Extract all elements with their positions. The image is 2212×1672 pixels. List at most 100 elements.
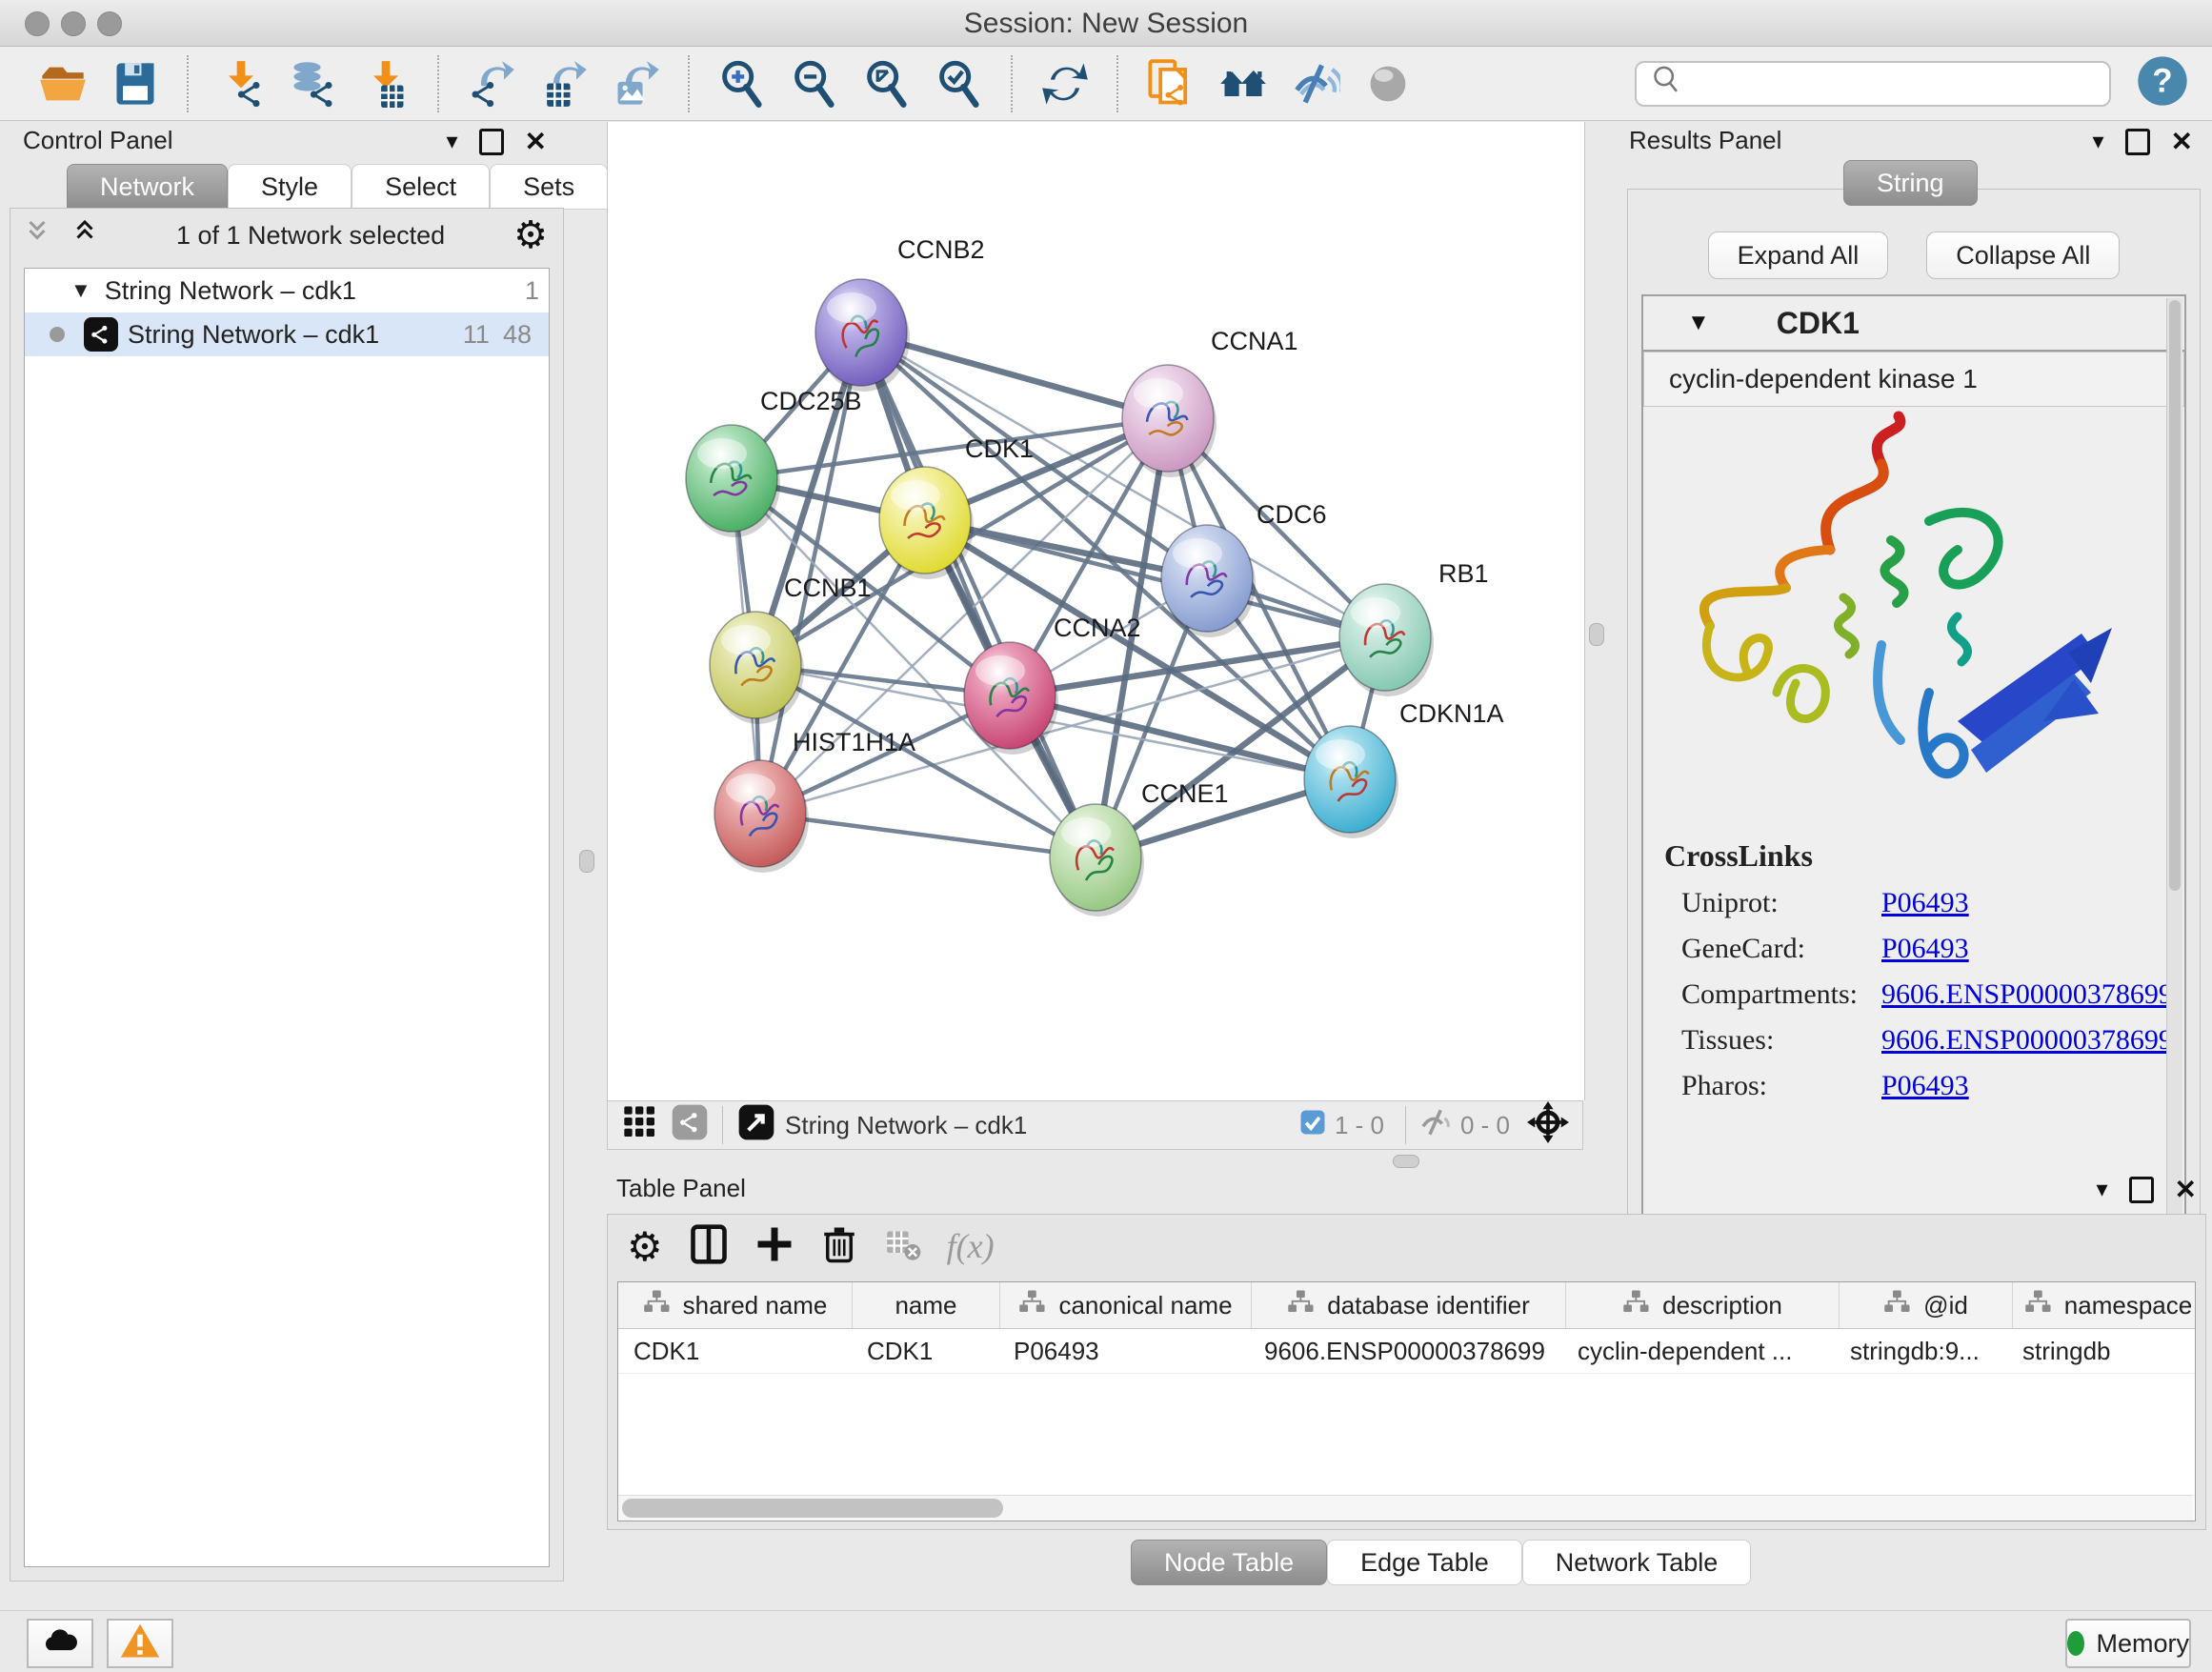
cell[interactable]: CDK1 <box>618 1329 852 1373</box>
help-button[interactable]: ? <box>2136 54 2189 112</box>
tab-select[interactable]: Select <box>352 164 490 210</box>
crosslink-link[interactable]: 9606.ENSP00000378699 <box>1881 1024 2173 1057</box>
cloud-status-button[interactable] <box>27 1619 93 1668</box>
left-splitter-grip[interactable] <box>579 850 594 873</box>
enrichment-eye-button[interactable] <box>1286 54 1345 113</box>
table-row[interactable]: CDK1CDK1P064939606.ENSP00000378699cyclin… <box>618 1329 2195 1374</box>
horizontal-splitter-grip[interactable] <box>1393 1155 1419 1168</box>
protein-structure-image <box>1643 407 2165 826</box>
float-panel-icon[interactable]: ▾ <box>2096 1176 2107 1203</box>
string-homes-button[interactable] <box>1214 54 1273 113</box>
import-table-file-button[interactable] <box>356 54 415 113</box>
import-network-file-button[interactable] <box>211 54 271 113</box>
network-node-CCNB1[interactable]: CCNB1 <box>710 574 872 724</box>
network-node-HIST1H1A[interactable]: HIST1H1A <box>714 728 915 873</box>
apply-layout-refresh-button[interactable] <box>1036 54 1095 113</box>
results-scrollbar[interactable] <box>2166 298 2182 1224</box>
import-network-database-button[interactable] <box>284 54 343 113</box>
export-image-button[interactable] <box>607 54 666 113</box>
export-table-button[interactable] <box>534 54 593 113</box>
cell[interactable]: P06493 <box>998 1329 1249 1373</box>
collection-expand-icon[interactable]: ▼ <box>70 278 91 303</box>
table-options-gear-icon[interactable]: ⚙ <box>627 1223 663 1270</box>
tab-node-table[interactable]: Node Table <box>1131 1540 1327 1585</box>
gene-collapse-icon[interactable]: ▼ <box>1687 310 1710 336</box>
title-bar: Session: New Session <box>0 0 2212 47</box>
table-horizontal-scrollbar[interactable] <box>618 1495 2193 1521</box>
maximize-panel-icon[interactable] <box>479 129 504 155</box>
tab-style[interactable]: Style <box>228 164 352 210</box>
crosslink-link[interactable]: P06493 <box>1881 1070 1969 1102</box>
tab-network-table[interactable]: Network Table <box>1522 1540 1752 1585</box>
search-input[interactable] <box>1686 68 2100 99</box>
crosslink-link[interactable]: 9606.ENSP00000378699 <box>1881 978 2173 1011</box>
delete-column-icon[interactable] <box>819 1224 859 1269</box>
birds-eye-grid-icon[interactable] <box>621 1103 659 1148</box>
memory-label: Memory <box>2096 1629 2189 1659</box>
float-panel-icon[interactable]: ▾ <box>446 128 457 155</box>
add-column-icon[interactable] <box>754 1224 794 1269</box>
network-row[interactable]: String Network – cdk1 11 48 <box>25 312 549 356</box>
cell[interactable]: stringdb:9... <box>1835 1329 2007 1373</box>
tab-string[interactable]: String <box>1843 160 1978 206</box>
column-header-name[interactable]: name <box>853 1282 1000 1328</box>
cell[interactable]: 9606.ENSP00000378699 <box>1249 1329 1562 1373</box>
memory-button[interactable]: Memory <box>2065 1619 2191 1668</box>
fit-selected-crosshair-icon[interactable] <box>1527 1101 1569 1150</box>
network-node-CCNB2[interactable]: CCNB2 <box>815 235 985 392</box>
network-canvas[interactable]: CCNB2 CCNA1 CDC25B CDK1 <box>607 122 1585 1100</box>
column-tree-icon <box>1622 1288 1651 1323</box>
network-node-CCNA1[interactable]: CCNA1 <box>1122 327 1298 477</box>
zoom-fit-button[interactable] <box>857 54 916 113</box>
column-header-namespace[interactable]: namespace <box>2013 1282 2196 1328</box>
cell[interactable]: CDK1 <box>852 1329 998 1373</box>
export-network-button[interactable] <box>462 54 521 113</box>
column-header-description[interactable]: description <box>1566 1282 1840 1328</box>
crosslink-link[interactable]: P06493 <box>1881 887 1969 919</box>
crosslink-link[interactable]: P06493 <box>1881 933 1969 965</box>
zoom-selected-button[interactable] <box>930 54 989 113</box>
right-splitter-grip[interactable] <box>1589 623 1604 646</box>
svg-text:HIST1H1A: HIST1H1A <box>793 728 915 756</box>
open-session-folder-button[interactable] <box>33 54 92 113</box>
selected-checkbox-icon[interactable] <box>1298 1108 1327 1143</box>
network-options-gear-icon[interactable]: ⚙ <box>513 216 548 254</box>
network-collection-row[interactable]: ▼ String Network – cdk1 1 <box>25 269 549 312</box>
search-box[interactable] <box>1635 61 2111 107</box>
column-header-canonical-name[interactable]: canonical name <box>1000 1282 1252 1328</box>
svg-text:?: ? <box>2152 63 2172 100</box>
results-sphere-button[interactable] <box>1358 54 1418 113</box>
close-panel-icon[interactable]: ✕ <box>525 132 547 151</box>
column-header-shared-name[interactable]: shared name <box>618 1282 853 1328</box>
cell[interactable]: stringdb <box>2007 1329 2196 1373</box>
detach-view-icon[interactable] <box>737 1103 775 1148</box>
view-title: String Network – cdk1 <box>785 1111 1298 1140</box>
close-panel-icon[interactable]: ✕ <box>2171 132 2193 151</box>
string-document-button[interactable] <box>1141 54 1200 113</box>
network-node-RB1[interactable]: RB1 <box>1339 559 1489 696</box>
column-header--id[interactable]: @id <box>1840 1282 2013 1328</box>
collapse-all-button[interactable]: Collapse All <box>1926 232 2120 279</box>
float-panel-icon[interactable]: ▾ <box>2092 128 2103 155</box>
expand-all-button[interactable]: Expand All <box>1708 232 1889 279</box>
tab-sets[interactable]: Sets <box>490 164 608 210</box>
network-node-CCNE1[interactable]: CCNE1 <box>1050 779 1229 917</box>
expand-all-networks-icon[interactable] <box>73 216 108 255</box>
tab-edge-table[interactable]: Edge Table <box>1327 1540 1522 1585</box>
maximize-panel-icon[interactable] <box>2129 1177 2154 1203</box>
show-columns-icon[interactable] <box>688 1223 730 1270</box>
close-panel-icon[interactable]: ✕ <box>2175 1180 2197 1199</box>
zoom-out-button[interactable] <box>785 54 844 113</box>
network-node-CDKN1A[interactable]: CDKN1A <box>1304 699 1504 838</box>
maximize-panel-icon[interactable] <box>2125 129 2150 155</box>
column-header-database-identifier[interactable]: database identifier <box>1252 1282 1566 1328</box>
save-session-button[interactable] <box>106 54 165 113</box>
warning-button[interactable] <box>107 1619 173 1668</box>
tab-network[interactable]: Network <box>67 164 228 210</box>
collapse-all-networks-icon[interactable] <box>26 216 60 255</box>
window-title: Session: New Session <box>0 8 2212 40</box>
node-table[interactable]: shared namenamecanonical namedatabase id… <box>617 1281 2196 1521</box>
network-overview-icon[interactable] <box>671 1103 709 1148</box>
cell[interactable]: cyclin-dependent ... <box>1562 1329 1835 1373</box>
zoom-in-button[interactable] <box>713 54 772 113</box>
